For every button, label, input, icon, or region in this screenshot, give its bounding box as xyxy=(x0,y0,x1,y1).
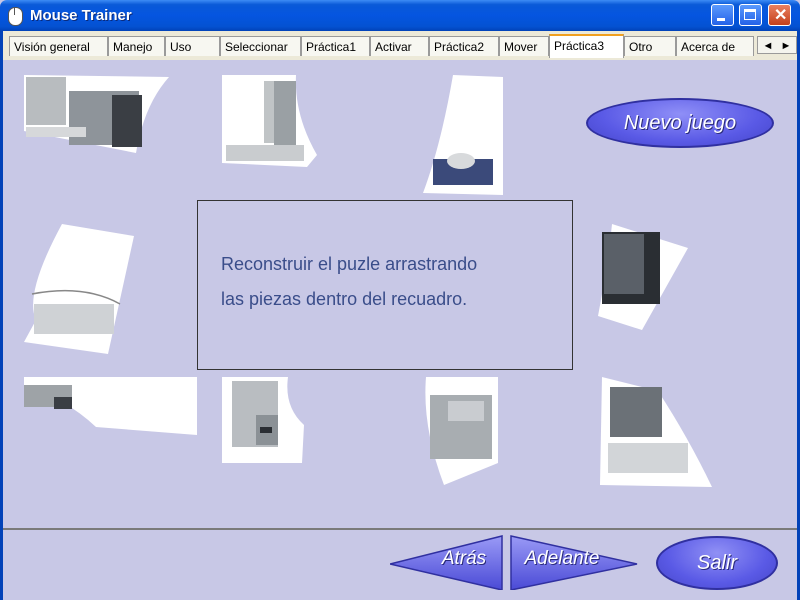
tab-practica1[interactable]: Práctica1 xyxy=(301,36,370,56)
puzzle-piece-7[interactable] xyxy=(222,377,308,465)
minimize-icon xyxy=(717,18,725,21)
mouse-icon xyxy=(8,7,23,26)
exit-label: Salir xyxy=(696,551,737,574)
maximize-icon xyxy=(744,9,756,20)
title-bar: Mouse Trainer ✕ xyxy=(0,0,800,31)
new-game-button[interactable]: Nuevo juego xyxy=(586,98,774,148)
forward-label: Adelante xyxy=(524,548,600,569)
close-icon: ✕ xyxy=(774,7,788,24)
tab-strip: Visión general Manejo Uso Seleccionar Pr… xyxy=(0,31,800,60)
tab-practica2[interactable]: Práctica2 xyxy=(429,36,499,56)
window-title: Mouse Trainer xyxy=(30,7,132,24)
close-button[interactable]: ✕ xyxy=(768,4,791,26)
puzzle-piece-4[interactable] xyxy=(24,224,136,356)
tab-vision-general[interactable]: Visión general xyxy=(9,36,108,56)
minimize-button[interactable] xyxy=(711,4,734,26)
puzzle-drop-zone[interactable]: Reconstruir el puzle arrastrando las pie… xyxy=(197,200,573,370)
tab-scroll-buttons: ◄ ► xyxy=(757,36,797,54)
tab-otro[interactable]: Otro xyxy=(624,36,676,56)
exit-button[interactable]: Salir xyxy=(656,536,778,590)
puzzle-piece-3[interactable] xyxy=(423,75,505,197)
puzzle-piece-2[interactable] xyxy=(222,75,318,170)
tab-mover[interactable]: Mover xyxy=(499,36,549,56)
maximize-button[interactable] xyxy=(739,4,762,26)
puzzle-piece-9[interactable] xyxy=(598,377,714,489)
instruction-line-2: las piezas dentro del recuadro. xyxy=(221,289,468,309)
new-game-label: Nuevo juego xyxy=(623,111,737,134)
tab-activar[interactable]: Activar xyxy=(370,36,429,56)
puzzle-piece-6[interactable] xyxy=(24,377,198,437)
puzzle-piece-8[interactable] xyxy=(422,377,500,487)
forward-button[interactable]: Adelante xyxy=(509,534,639,591)
puzzle-piece-1[interactable] xyxy=(24,75,170,153)
back-button[interactable]: Atrás xyxy=(389,534,506,591)
tab-scroll-right-icon[interactable]: ► xyxy=(777,37,795,55)
tab-scroll-left-icon[interactable]: ◄ xyxy=(759,37,777,55)
tab-acerca-de[interactable]: Acerca de xyxy=(676,36,754,56)
instruction-line-1: Reconstruir el puzle arrastrando xyxy=(221,254,478,274)
tab-seleccionar[interactable]: Seleccionar xyxy=(220,36,301,56)
puzzle-piece-5[interactable] xyxy=(598,224,690,332)
tab-practica3[interactable]: Práctica3 xyxy=(549,34,624,58)
tab-uso[interactable]: Uso xyxy=(165,36,220,56)
tab-manejo[interactable]: Manejo xyxy=(108,36,165,56)
